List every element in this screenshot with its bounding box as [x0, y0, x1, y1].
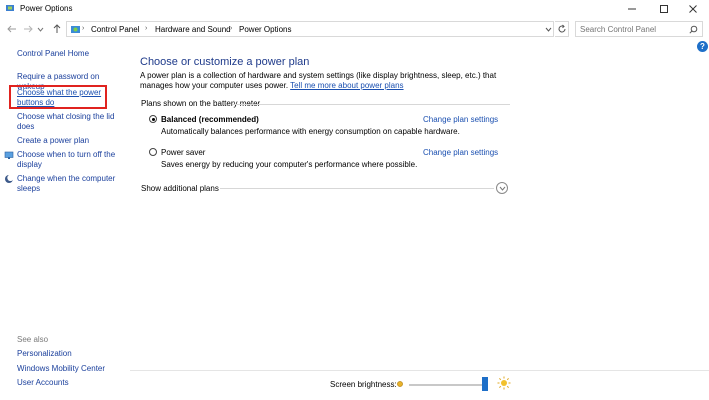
- recent-locations-button[interactable]: [36, 23, 44, 35]
- maximize-icon: [660, 4, 668, 13]
- control-panel-icon: [71, 26, 80, 33]
- additional-plans-divider: [220, 188, 494, 189]
- back-arrow-icon: [7, 25, 16, 33]
- see-also-heading: See also: [17, 335, 49, 344]
- window-title: Power Options: [20, 4, 73, 13]
- sidebar-item-personalization[interactable]: Personalization: [17, 349, 72, 359]
- breadcrumb-control-panel[interactable]: Control Panel: [91, 25, 139, 34]
- back-button[interactable]: [6, 23, 18, 35]
- chevron-down-icon: [499, 186, 505, 191]
- sidebar-item-closing-lid[interactable]: Choose what closing the lid does: [17, 112, 117, 132]
- forward-arrow-icon: [24, 25, 33, 33]
- sidebar-item-user-accounts[interactable]: User Accounts: [17, 378, 69, 388]
- breadcrumb-hardware-and-sound[interactable]: Hardware and Sound: [155, 25, 231, 34]
- sleep-moon-icon: [5, 174, 14, 183]
- sidebar-item-turn-off-display[interactable]: Choose when to turn off the display: [17, 150, 117, 170]
- search-input[interactable]: [580, 23, 686, 35]
- plan-description-power-saver: Saves energy by reducing your computer's…: [161, 160, 418, 169]
- plan-name-balanced[interactable]: Balanced (recommended): [161, 115, 259, 124]
- search-box[interactable]: [575, 21, 703, 37]
- search-icon[interactable]: [689, 25, 698, 34]
- expand-additional-plans-button[interactable]: [496, 182, 508, 194]
- breadcrumb-power-options[interactable]: Power Options: [239, 25, 291, 34]
- close-button[interactable]: [677, 0, 709, 17]
- breadcrumb-separator-icon: ›: [82, 25, 85, 32]
- sidebar-item-power-buttons[interactable]: Choose what the power buttons do: [17, 88, 105, 108]
- up-arrow-icon: [53, 24, 61, 33]
- maximize-button[interactable]: [648, 0, 680, 17]
- forward-button[interactable]: [22, 23, 34, 35]
- balanced-radio[interactable]: [149, 115, 157, 123]
- brightness-high-icon: [497, 376, 511, 390]
- sidebar-item-control-panel-home[interactable]: Control Panel Home: [17, 49, 89, 59]
- brightness-slider-track[interactable]: [409, 384, 485, 386]
- intro-text: A power plan is a collection of hardware…: [140, 71, 520, 91]
- show-additional-plans-label[interactable]: Show additional plans: [141, 184, 219, 193]
- display-icon: [4, 151, 14, 159]
- power-plans-info-link[interactable]: Tell me more about power plans: [290, 81, 403, 90]
- minimize-button[interactable]: [616, 0, 648, 17]
- up-button[interactable]: [51, 23, 63, 35]
- chevron-down-icon: [37, 27, 43, 32]
- refresh-button[interactable]: [555, 21, 569, 37]
- breadcrumb-separator-icon: ›: [145, 25, 148, 32]
- change-plan-settings-power-saver[interactable]: Change plan settings: [423, 148, 498, 157]
- sidebar-item-create-power-plan[interactable]: Create a power plan: [17, 136, 89, 146]
- plan-description-balanced: Automatically balances performance with …: [161, 127, 460, 136]
- power-saver-radio[interactable]: [149, 148, 157, 156]
- sidebar-item-windows-mobility-center[interactable]: Windows Mobility Center: [17, 364, 105, 374]
- group-divider: [232, 104, 510, 105]
- sidebar: Control Panel Home Require a password on…: [0, 41, 130, 400]
- brightness-slider-thumb[interactable]: [482, 377, 488, 391]
- change-plan-settings-balanced[interactable]: Change plan settings: [423, 115, 498, 124]
- breadcrumb-separator-icon: ›: [230, 25, 233, 32]
- brightness-bar: Screen brightness:: [130, 370, 709, 400]
- address-dropdown-button[interactable]: [543, 22, 553, 36]
- address-bar[interactable]: › Control Panel › Hardware and Sound › P…: [66, 21, 554, 37]
- refresh-icon: [558, 24, 565, 33]
- power-options-icon: [6, 5, 14, 11]
- brightness-low-icon: [397, 381, 403, 387]
- brightness-label: Screen brightness:: [330, 380, 397, 389]
- sidebar-item-computer-sleeps[interactable]: Change when the computer sleeps: [17, 174, 117, 194]
- chevron-down-icon: [545, 27, 551, 32]
- close-icon: [689, 4, 697, 13]
- title-bar: Power Options: [0, 0, 709, 17]
- plan-name-power-saver[interactable]: Power saver: [161, 148, 205, 157]
- page-title: Choose or customize a power plan: [140, 56, 310, 68]
- minimize-icon: [628, 8, 636, 9]
- main-content: Choose or customize a power plan A power…: [130, 41, 709, 400]
